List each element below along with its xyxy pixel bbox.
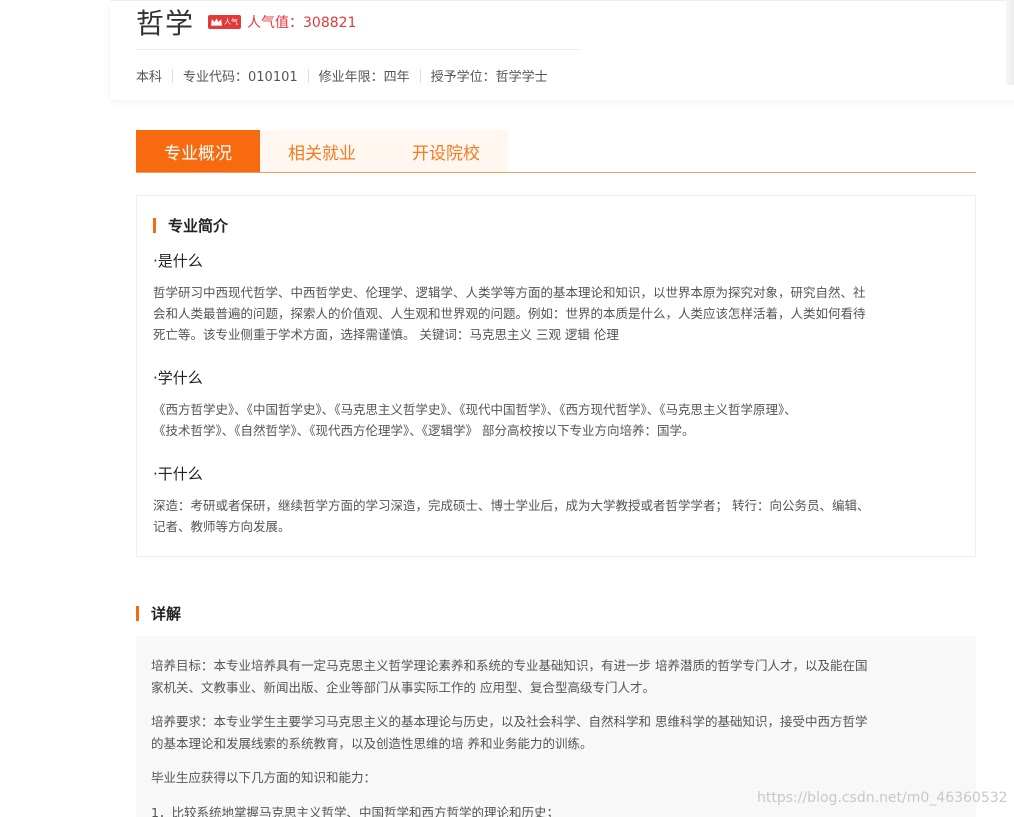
major-tabs: 专业概况 相关就业 开设院校 [136,130,508,173]
work-line: 深造：考研或者保研，继续哲学方面的学习深造，完成硕士、博士学业后，成为大学教授或… [153,498,870,513]
intro-title: 专业简介 [168,217,229,235]
what-is-line: 哲学研习中西现代哲学、中西哲学史、伦理学、逻辑学、人类学等方面的基本理论和知识，… [153,285,866,300]
detail-title: 详解 [151,605,182,623]
requirement-line: 的基本理论和发展线索的系统教育，以及创造性思维的培 养和业务能力的训练。 [151,736,593,751]
tabs-underline [136,172,976,173]
meta-separator [307,68,309,83]
meta-duration: 修业年限：四年 [318,70,410,85]
what-is-text: 哲学研习中西现代哲学、中西哲学史、伦理学、逻辑学、人类学等方面的基本理论和知识，… [153,282,959,345]
what-is-line: 死亡等。该专业侧重于学术方面，选择需谨慎。 关键词：马克思主义 三观 逻辑 伦理 [153,327,619,342]
ability-intro: 毕业生应获得以下几方面的知识和能力： [151,770,377,785]
goal-text: 培养目标：本专业培养具有一定马克思主义哲学理论素养和系统的专业基础知识，有进一步… [151,655,963,699]
study-line: 《西方哲学史》、《中国哲学史》、《马克思主义哲学史》、《现代中国哲学》、《西方现… [153,402,797,417]
meta-separator [172,68,174,83]
goal-line: 家机关、文教事业、新闻出版、企业等部门从事实际工作的 应用型、复合型高级专门人才… [151,680,655,695]
requirement-line: 培养要求：本专业学生主要学习马克思主义的基本理论与历史，以及社会科学、自然科学和… [151,714,868,729]
tab-employment[interactable]: 相关就业 [260,130,384,173]
side-panel-edge [1006,0,1014,85]
heading-accent-bar [136,606,139,621]
detail-heading: 详解 [136,603,181,624]
tab-overview[interactable]: 专业概况 [136,130,260,173]
title-row: 哲学 人气 人气值：308821 [136,2,356,42]
work-line: 记者、教师等方向发展。 [153,519,291,534]
intro-section: 专业简介 ·是什么 哲学研习中西现代哲学、中西哲学史、伦理学、逻辑学、人类学等方… [136,195,976,557]
goal-line: 培养目标：本专业培养具有一定马克思主义哲学理论素养和系统的专业基础知识，有进一步… [151,658,868,673]
major-meta: 本科 专业代码：010101 修业年限：四年 授予学位：哲学学士 [136,66,548,85]
popularity-value: 人气值：308821 [247,15,357,31]
heading-accent-bar [153,218,156,233]
crown-icon [211,18,223,26]
watermark: https://blog.csdn.net/m0_46360532 [757,790,1008,806]
what-is-heading: ·是什么 [153,252,203,270]
what-is-line: 会和人类最普遍的问题，探索人的价值观、人生观和世界观的问题。例如：世界的本质是什… [153,306,866,321]
hot-badge: 人气 [208,15,242,29]
work-text: 深造：考研或者保研，继续哲学方面的学习深造，完成硕士、博士学业后，成为大学教授或… [153,495,959,537]
requirement-text: 培养要求：本专业学生主要学习马克思主义的基本理论与历史，以及社会科学、自然科学和… [151,711,963,755]
major-title: 哲学 [136,7,195,40]
title-divider [136,49,580,50]
intro-heading: 专业简介 [153,215,228,236]
study-line: 《技术哲学》、《自然哲学》、《现代西方伦理学》、《逻辑学》 部分高校按以下专业方… [153,423,695,438]
hot-badge-label: 人气 [224,18,239,26]
meta-separator [419,68,421,83]
study-heading: ·学什么 [153,369,203,387]
work-heading: ·干什么 [153,465,203,483]
tab-schools[interactable]: 开设院校 [384,130,508,173]
study-text: 《西方哲学史》、《中国哲学史》、《马克思主义哲学史》、《现代中国哲学》、《西方现… [153,399,959,441]
meta-code: 专业代码：010101 [183,70,298,85]
meta-level: 本科 [136,70,163,85]
meta-degree: 授予学位：哲学学士 [430,70,548,85]
